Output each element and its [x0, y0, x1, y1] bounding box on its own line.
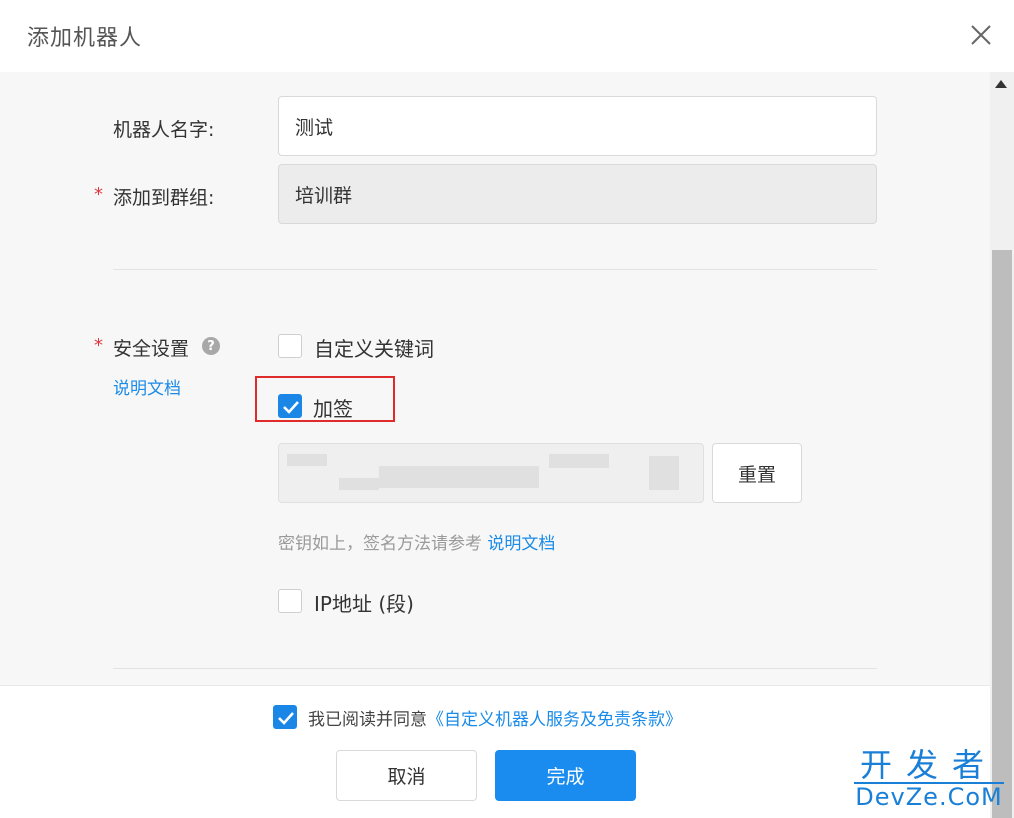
scrollbar-thumb[interactable]: [992, 250, 1012, 818]
doc-link[interactable]: 说明文档: [113, 374, 181, 399]
dialog-header: 添加机器人: [0, 0, 1014, 72]
agree-checkbox[interactable]: [273, 705, 297, 729]
robot-name-label: 机器人名字:: [113, 119, 215, 141]
required-mark: *: [94, 184, 103, 205]
robot-name-input[interactable]: 测试: [278, 96, 877, 156]
hint-text: 密钥如上，签名方法请参考 说明文档: [278, 529, 555, 554]
close-icon[interactable]: [968, 22, 994, 48]
watermark-logo: 开发者 DevZe.CoM: [854, 748, 1004, 810]
keyword-label: 自定义关键词: [314, 337, 434, 361]
check-icon: [278, 712, 294, 725]
required-mark: *: [94, 335, 103, 356]
hint-doc-link[interactable]: 说明文档: [487, 534, 555, 554]
cancel-button[interactable]: 取消: [336, 750, 477, 801]
watermark-en: DevZe.CoM: [854, 782, 1004, 811]
agree-text: 我已阅读并同意: [308, 710, 427, 730]
scrollbar[interactable]: [990, 72, 1014, 818]
watermark-cn: 开发者: [859, 746, 998, 784]
divider: [113, 269, 877, 270]
hint-label: 密钥如上，签名方法请参考: [278, 534, 482, 554]
reset-button[interactable]: 重置: [712, 443, 802, 503]
scroll-up-icon[interactable]: [995, 80, 1007, 88]
ip-checkbox[interactable]: [278, 589, 302, 613]
ip-label: IP地址 (段): [314, 592, 414, 616]
divider: [113, 668, 877, 669]
keyword-checkbox[interactable]: [278, 334, 302, 358]
terms-link[interactable]: 《自定义机器人服务及免责条款》: [427, 710, 682, 730]
security-label: 安全设置: [113, 338, 190, 360]
add-robot-dialog: 添加机器人 机器人名字: 测试 * 添加到群组: 培训群 * 安全设置 ? 说明…: [0, 0, 1014, 818]
group-field: 培训群: [278, 164, 877, 224]
group-label: 添加到群组:: [113, 187, 215, 209]
help-icon[interactable]: ?: [202, 337, 220, 355]
dialog-footer: 我已阅读并同意《自定义机器人服务及免责条款》 取消 完成: [0, 685, 990, 818]
dialog-title: 添加机器人: [27, 26, 143, 51]
secret-field[interactable]: [278, 443, 704, 503]
dialog-body: 机器人名字: 测试 * 添加到群组: 培训群 * 安全设置 ? 说明文档 自定义…: [0, 72, 990, 685]
done-button[interactable]: 完成: [495, 750, 636, 801]
highlight-box: [255, 376, 395, 422]
